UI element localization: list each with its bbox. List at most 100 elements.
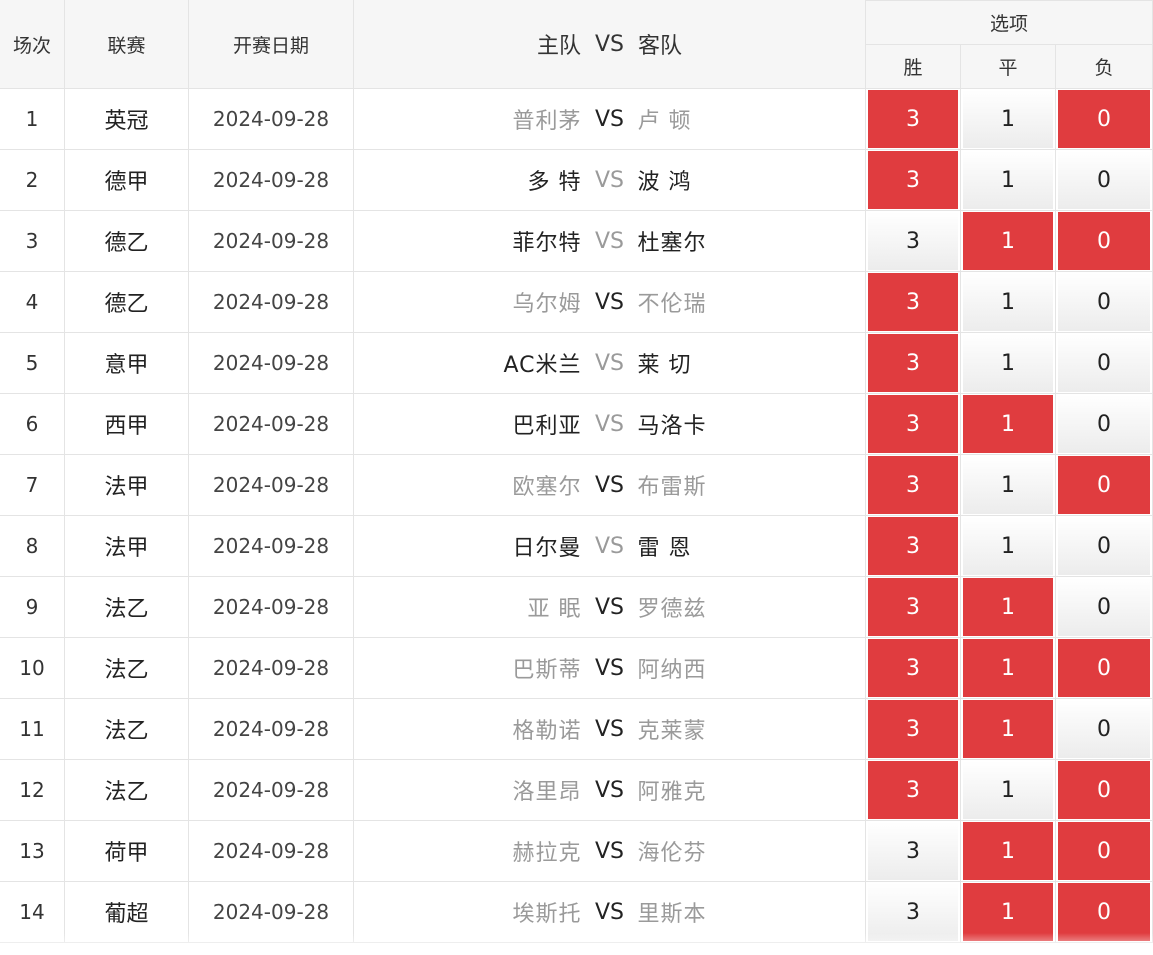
match-number: 9 <box>0 577 65 638</box>
option-win-button[interactable]: 3 <box>868 456 958 514</box>
vs-label: VS <box>594 350 624 376</box>
option-win-button[interactable]: 3 <box>868 822 958 880</box>
option-lose-button[interactable]: 0 <box>1058 90 1150 148</box>
match-date: 2024-09-28 <box>189 516 354 577</box>
option-draw-button[interactable]: 1 <box>963 273 1053 331</box>
header-home-label: 主队 <box>536 34 581 59</box>
option-win-button[interactable]: 3 <box>868 212 958 270</box>
option-lose-button[interactable]: 0 <box>1058 212 1150 270</box>
option-draw-button[interactable]: 1 <box>963 761 1053 819</box>
option-draw-button[interactable]: 1 <box>963 578 1053 636</box>
away-team: 波 鸿 <box>637 170 692 195</box>
option-draw-button[interactable]: 1 <box>963 883 1053 941</box>
option-win-button[interactable]: 3 <box>868 395 958 453</box>
option-win-button[interactable]: 3 <box>868 883 958 941</box>
option-lose-button-cell: 0 <box>1056 699 1153 760</box>
home-team: 格勒诺 <box>512 719 582 744</box>
option-lose-button[interactable]: 0 <box>1058 151 1150 209</box>
option-lose-button[interactable]: 0 <box>1058 761 1150 819</box>
option-win-button[interactable]: 3 <box>868 578 958 636</box>
option-win-button[interactable]: 3 <box>868 700 958 758</box>
away-team: 里斯本 <box>637 902 707 927</box>
header-away-label: 客队 <box>638 34 683 59</box>
league-name: 葡超 <box>65 882 189 943</box>
option-draw-button[interactable]: 1 <box>963 90 1053 148</box>
option-draw-button[interactable]: 1 <box>963 212 1053 270</box>
league-name: 法甲 <box>65 455 189 516</box>
vs-label: VS <box>594 533 624 559</box>
option-lose-button-cell: 0 <box>1056 577 1153 638</box>
option-lose-button[interactable]: 0 <box>1058 517 1150 575</box>
option-lose-button[interactable]: 0 <box>1058 822 1150 880</box>
option-draw-button-cell: 1 <box>961 272 1056 333</box>
option-lose-button-cell: 0 <box>1056 455 1153 516</box>
home-team: 乌尔姆 <box>512 292 582 317</box>
header-league: 联赛 <box>65 0 189 89</box>
option-win-button-cell: 3 <box>866 760 961 821</box>
away-team: 莱 切 <box>637 353 692 378</box>
home-team: 巴利亚 <box>512 414 582 439</box>
match-teams: 乌尔姆 VS 不伦瑞 <box>354 272 866 333</box>
option-lose-button[interactable]: 0 <box>1058 578 1150 636</box>
vs-label: VS <box>594 899 624 925</box>
option-draw-button[interactable]: 1 <box>963 822 1053 880</box>
match-date: 2024-09-28 <box>189 211 354 272</box>
home-team: 赫拉克 <box>512 841 582 866</box>
option-win-button[interactable]: 3 <box>868 517 958 575</box>
vs-label: VS <box>594 716 624 742</box>
option-draw-button[interactable]: 1 <box>963 456 1053 514</box>
home-team: 埃斯托 <box>512 902 582 927</box>
option-win-button-cell: 3 <box>866 333 961 394</box>
match-date: 2024-09-28 <box>189 638 354 699</box>
vs-label: VS <box>594 228 624 254</box>
option-lose-button[interactable]: 0 <box>1058 883 1150 941</box>
away-team: 罗德兹 <box>637 597 707 622</box>
option-lose-button-cell: 0 <box>1056 394 1153 455</box>
match-number: 5 <box>0 333 65 394</box>
home-team: AC米兰 <box>503 353 582 378</box>
match-date: 2024-09-28 <box>189 821 354 882</box>
option-win-button[interactable]: 3 <box>868 151 958 209</box>
option-draw-button-cell: 1 <box>961 516 1056 577</box>
option-lose-button-cell: 0 <box>1056 89 1153 150</box>
option-win-button[interactable]: 3 <box>868 273 958 331</box>
option-win-button[interactable]: 3 <box>868 334 958 392</box>
option-win-button[interactable]: 3 <box>868 761 958 819</box>
away-team: 海伦芬 <box>637 841 707 866</box>
option-draw-button[interactable]: 1 <box>963 395 1053 453</box>
option-win-button-cell: 3 <box>866 272 961 333</box>
option-win-button[interactable]: 3 <box>868 90 958 148</box>
match-number: 14 <box>0 882 65 943</box>
header-teams: 主队 VS 客队 <box>354 0 866 89</box>
home-team: 日尔曼 <box>512 536 582 561</box>
match-number: 6 <box>0 394 65 455</box>
option-draw-button[interactable]: 1 <box>963 517 1053 575</box>
option-lose-button[interactable]: 0 <box>1058 273 1150 331</box>
option-lose-button[interactable]: 0 <box>1058 700 1150 758</box>
option-draw-button-cell: 1 <box>961 333 1056 394</box>
option-lose-button[interactable]: 0 <box>1058 639 1150 697</box>
option-lose-button[interactable]: 0 <box>1058 456 1150 514</box>
home-team: 亚 眠 <box>527 597 582 622</box>
option-lose-button[interactable]: 0 <box>1058 334 1150 392</box>
option-draw-button-cell: 1 <box>961 882 1056 943</box>
option-win-button-cell: 3 <box>866 516 961 577</box>
option-draw-button[interactable]: 1 <box>963 639 1053 697</box>
option-lose-button[interactable]: 0 <box>1058 395 1150 453</box>
league-name: 法乙 <box>65 577 189 638</box>
option-draw-button[interactable]: 1 <box>963 151 1053 209</box>
match-teams: 菲尔特 VS 杜塞尔 <box>354 211 866 272</box>
option-draw-button-cell: 1 <box>961 699 1056 760</box>
option-draw-button[interactable]: 1 <box>963 700 1053 758</box>
match-number: 1 <box>0 89 65 150</box>
match-date: 2024-09-28 <box>189 272 354 333</box>
header-lose: 负 <box>1056 45 1153 89</box>
option-draw-button[interactable]: 1 <box>963 334 1053 392</box>
away-team: 马洛卡 <box>637 414 707 439</box>
match-date: 2024-09-28 <box>189 699 354 760</box>
match-teams: 多 特 VS 波 鸿 <box>354 150 866 211</box>
option-win-button[interactable]: 3 <box>868 639 958 697</box>
option-win-button-cell: 3 <box>866 699 961 760</box>
match-teams: 赫拉克 VS 海伦芬 <box>354 821 866 882</box>
option-lose-button-cell: 0 <box>1056 882 1153 943</box>
